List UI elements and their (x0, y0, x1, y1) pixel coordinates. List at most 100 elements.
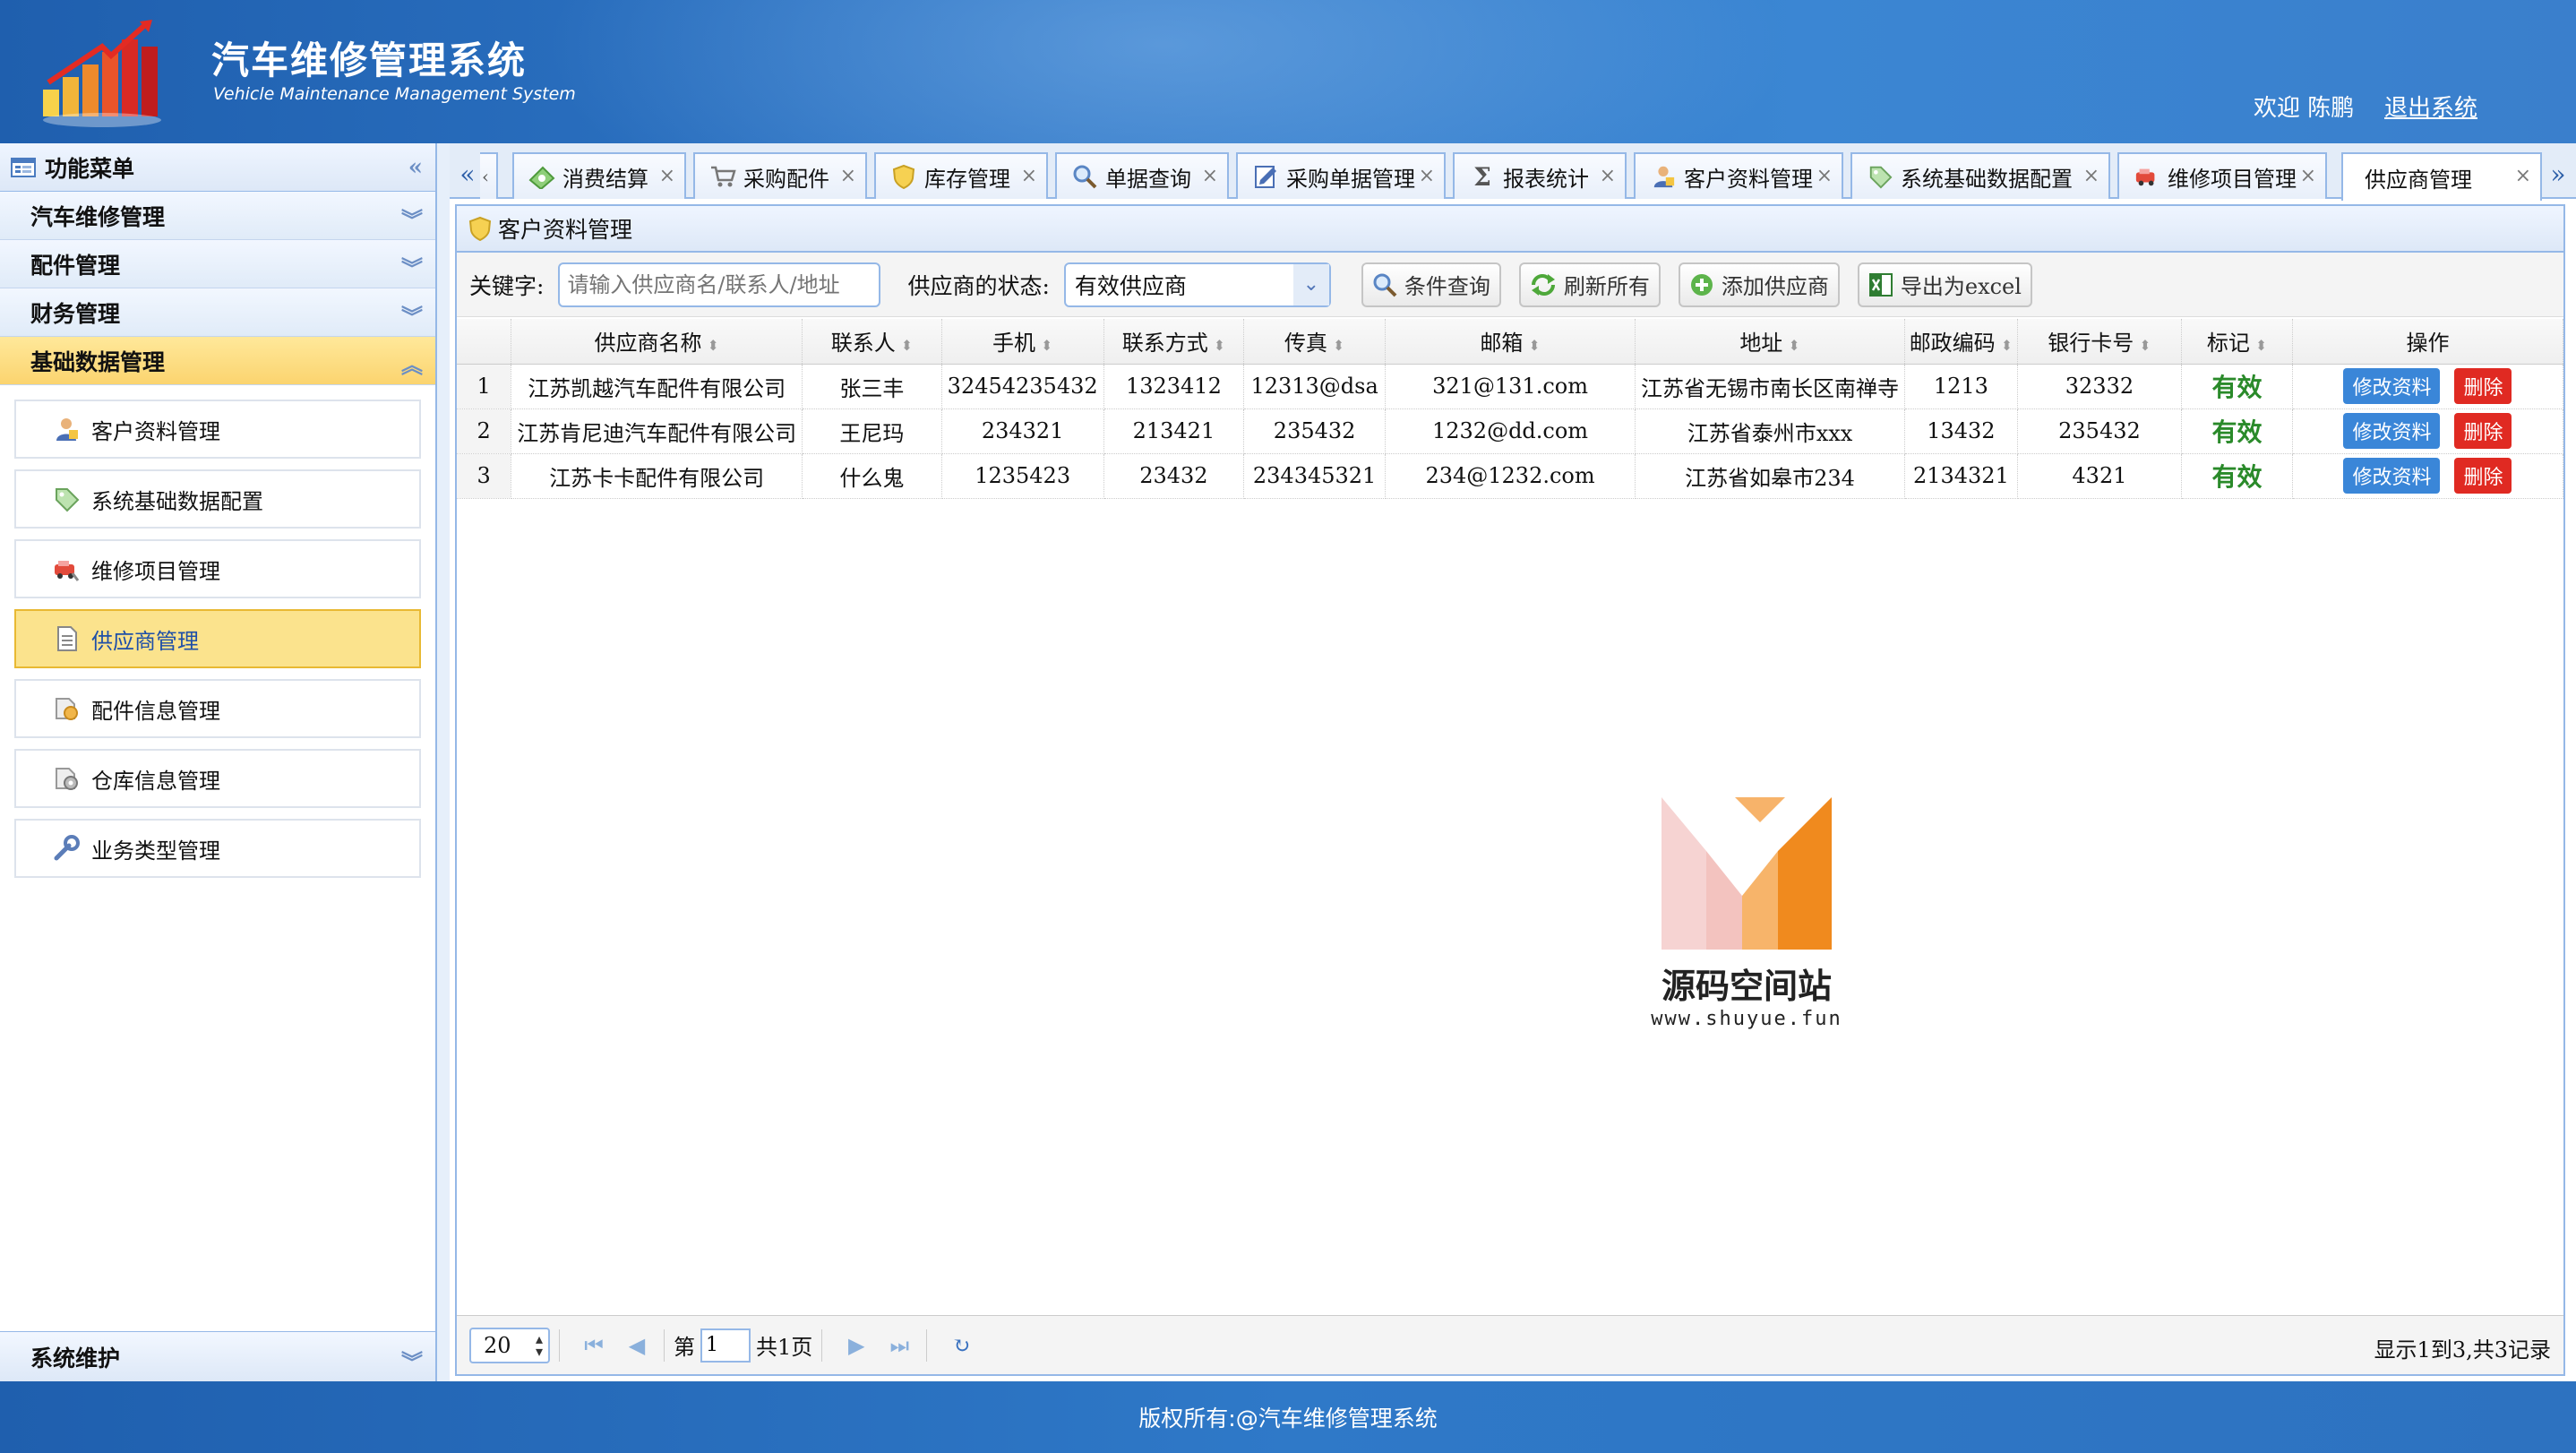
chevron-down-icon: ︾ (401, 255, 423, 281)
close-icon[interactable]: × (2300, 165, 2316, 187)
column-header: 操作 (2292, 319, 2564, 365)
app-footer: 版权所有:@汽车维修管理系统 (0, 1381, 2576, 1453)
table-row[interactable]: 2 江苏肯尼迪汽车配件有限公司 王尼玛 234321 213421 235432 1232@… (457, 408, 2564, 454)
column-header[interactable]: 传真 ⬍ (1243, 319, 1387, 365)
close-icon[interactable]: × (2515, 165, 2531, 187)
column-header[interactable]: 银行卡号 ⬍ (2017, 319, 2183, 365)
last-page-icon[interactable]: ⏭ (881, 1328, 917, 1363)
zip-cell: 2134321 (1904, 453, 2018, 499)
menu-group-basic-data[interactable]: 基础数据管理 ︽ (0, 337, 435, 385)
menu-group-repair[interactable]: 汽车维修管理 ︾ (0, 192, 435, 240)
close-icon[interactable]: × (2083, 165, 2099, 187)
warehouse-icon (52, 764, 81, 793)
export-excel-button[interactable]: 导出为excel (1857, 262, 2032, 307)
edit-button[interactable]: 修改资料 (2343, 458, 2441, 494)
supplier-name-cell: 江苏卡卡配件有限公司 (511, 453, 803, 499)
sidebar-item-supplier[interactable]: 供应商管理 (14, 609, 421, 668)
address-cell: 江苏省泰州市xxx (1635, 408, 1906, 454)
tab-repair-project[interactable]: 维修项目管理 × (2117, 152, 2327, 199)
tab-purchase-documents[interactable]: 采购单据管理 × (1236, 152, 1446, 199)
tab-inventory[interactable]: 库存管理 × (874, 152, 1048, 199)
close-icon[interactable]: × (1021, 165, 1037, 187)
page-size-value: 20 (484, 1332, 511, 1358)
tab-report-statistics[interactable]: Σ 报表统计 × (1453, 152, 1627, 199)
close-icon[interactable]: × (1202, 165, 1218, 187)
column-header[interactable]: 标记 ⬍ (2181, 319, 2293, 365)
tab-overflow-partial[interactable]: ‹ (480, 152, 498, 199)
tab-strip: « ‹ 消费结算 × 采购配件 × 库存管理 × 单据查询 × 采购单据管理 ×… (450, 143, 2576, 201)
sidebar-item-warehouse[interactable]: 仓库信息管理 (14, 749, 421, 808)
keyword-search-input[interactable] (558, 262, 881, 307)
delete-button[interactable]: 删除 (2454, 413, 2512, 449)
table-row[interactable]: 1 江苏凯越汽车配件有限公司 张三丰 32454235432 1323412 12313@… (457, 364, 2564, 409)
shield-icon (468, 216, 492, 241)
next-page-icon[interactable]: ▶ (838, 1328, 874, 1363)
sidebar-title: 功能菜单 (45, 155, 135, 182)
content-panel: 客户资料管理 关键字: 供应商的状态: 有效供应商 ⌄ 条件查询 刷新所有 添加… (455, 204, 2565, 1376)
add-supplier-button[interactable]: 添加供应商 (1678, 262, 1840, 307)
document-icon (52, 624, 81, 653)
logout-link[interactable]: 退出系统 (2384, 90, 2477, 123)
first-page-icon[interactable]: ⏮ (576, 1328, 612, 1363)
edit-button[interactable]: 修改资料 (2343, 368, 2441, 404)
layout-splitter[interactable] (437, 143, 450, 1381)
sidebar-item-customer[interactable]: 客户资料管理 (14, 400, 421, 459)
search-toolbar: 关键字: 供应商的状态: 有效供应商 ⌄ 条件查询 刷新所有 添加供应商 导出为… (457, 253, 2563, 317)
tab-document-query[interactable]: 单据查询 × (1055, 152, 1229, 199)
delete-button[interactable]: 删除 (2454, 368, 2512, 404)
column-header[interactable]: 联系方式 ⬍ (1103, 319, 1245, 365)
page-size-select[interactable]: 20 ▴ ▾ (469, 1327, 550, 1363)
prev-page-icon[interactable]: ◀ (619, 1328, 655, 1363)
status-label: 供应商的状态: (907, 272, 1050, 299)
column-header[interactable]: 地址 ⬍ (1635, 319, 1906, 365)
close-icon[interactable]: × (659, 165, 675, 187)
table-row[interactable]: 3 江苏卡卡配件有限公司 什么鬼 1235423 23432 234345321 234@1… (457, 453, 2564, 499)
column-header[interactable]: 手机 ⬍ (941, 319, 1104, 365)
page-number-input[interactable] (700, 1328, 751, 1363)
close-icon[interactable]: × (1816, 165, 1833, 187)
delete-button[interactable]: 删除 (2454, 458, 2512, 494)
tab-checkout[interactable]: 消费结算 × (512, 152, 686, 199)
close-icon[interactable]: × (1600, 165, 1616, 187)
column-header[interactable]: 邮政编码 ⬍ (1904, 319, 2018, 365)
column-header[interactable]: 联系人 ⬍ (802, 319, 942, 365)
refresh-all-button[interactable]: 刷新所有 (1518, 262, 1661, 307)
sidebar-item-parts-info[interactable]: 配件信息管理 (14, 679, 421, 738)
tab-purchase-parts[interactable]: 采购配件 × (693, 152, 867, 199)
menu-group-system-maintenance[interactable]: 系统维护 ︾ (0, 1331, 435, 1381)
contact-cell: 什么鬼 (802, 453, 942, 499)
supplier-grid: 供应商名称 ⬍ 联系人 ⬍ 手机 ⬍ 联系方式 ⬍ 传真 ⬍ 邮箱 ⬍ 地址 ⬍ 邮政编码 ⬍ … (457, 319, 2564, 499)
edit-button[interactable]: 修改资料 (2343, 413, 2441, 449)
fax-cell: 235432 (1243, 408, 1387, 454)
status-select[interactable]: 有效供应商 ⌄ (1063, 262, 1331, 307)
tab-scroll-right-icon[interactable]: » (2540, 150, 2576, 197)
actions-cell: 修改资料 删除 (2292, 364, 2564, 409)
page-total: 共1页 (756, 1335, 813, 1360)
tab-supplier-active[interactable]: 供应商管理 × (2341, 152, 2542, 201)
sort-icon: ⬍ (2000, 337, 2014, 355)
sidebar-item-system-config[interactable]: 系统基础数据配置 (14, 469, 421, 529)
search-button[interactable]: 条件查询 (1361, 262, 1501, 307)
tab-label: 报表统计 (1503, 166, 1589, 192)
tab-label: 采购单据管理 (1286, 166, 1415, 192)
column-header[interactable]: 供应商名称 ⬍ (511, 319, 803, 365)
menu-group-parts[interactable]: 配件管理 ︾ (0, 240, 435, 288)
sidebar-item-label: 客户资料管理 (91, 418, 220, 444)
menu-group-finance[interactable]: 财务管理 ︾ (0, 288, 435, 337)
sidebar-item-repair-project[interactable]: 维修项目管理 (14, 539, 421, 598)
sidebar-item-label: 配件信息管理 (91, 698, 220, 724)
collapse-sidebar-icon[interactable]: « (408, 154, 423, 181)
sidebar: 功能菜单 « 汽车维修管理 ︾ 配件管理 ︾ 财务管理 ︾ 基础数据管理 ︽ 客… (0, 143, 437, 1381)
column-header[interactable]: 邮箱 ⬍ (1385, 319, 1636, 365)
reload-icon[interactable]: ↻ (943, 1328, 979, 1363)
welcome-text: 欢迎 陈鹏 (2254, 95, 2355, 122)
sidebar-item-business-type[interactable]: 业务类型管理 (14, 819, 421, 878)
close-icon[interactable]: × (1419, 165, 1435, 187)
close-icon[interactable]: × (840, 165, 856, 187)
sidebar-item-label: 维修项目管理 (91, 558, 220, 584)
status-mark-cell: 有效 (2181, 453, 2293, 499)
chevron-up-icon: ︽ (401, 352, 423, 378)
row-number-header (457, 319, 512, 365)
tab-system-config[interactable]: 系统基础数据配置 × (1850, 152, 2110, 199)
tab-customer-info[interactable]: 客户资料管理 × (1634, 152, 1843, 199)
